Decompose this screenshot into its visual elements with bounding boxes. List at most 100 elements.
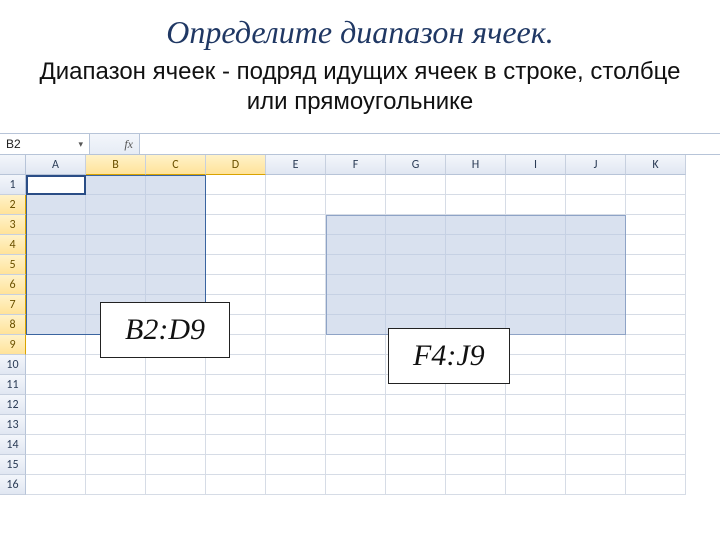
cell[interactable] xyxy=(446,415,506,435)
cell[interactable] xyxy=(446,435,506,455)
cell[interactable] xyxy=(146,455,206,475)
cell[interactable] xyxy=(146,375,206,395)
row-header[interactable]: 15 xyxy=(0,455,26,475)
cell[interactable] xyxy=(626,175,686,195)
cell[interactable] xyxy=(26,175,86,195)
cell[interactable] xyxy=(446,255,506,275)
cell[interactable] xyxy=(86,275,146,295)
cell[interactable] xyxy=(626,255,686,275)
cell[interactable] xyxy=(566,435,626,455)
cell[interactable] xyxy=(206,255,266,275)
cell[interactable] xyxy=(266,275,326,295)
cell[interactable] xyxy=(26,335,86,355)
column-header[interactable]: K xyxy=(626,155,686,175)
cell[interactable] xyxy=(206,375,266,395)
cell[interactable] xyxy=(326,475,386,495)
cell[interactable] xyxy=(626,215,686,235)
cell[interactable] xyxy=(326,275,386,295)
cell[interactable] xyxy=(206,275,266,295)
cell[interactable] xyxy=(326,315,386,335)
cell[interactable] xyxy=(326,335,386,355)
cell[interactable] xyxy=(206,475,266,495)
row-header[interactable]: 16 xyxy=(0,475,26,495)
row-header[interactable]: 12 xyxy=(0,395,26,415)
cell[interactable] xyxy=(386,175,446,195)
cell[interactable] xyxy=(326,435,386,455)
cell[interactable] xyxy=(446,175,506,195)
row-header[interactable]: 7 xyxy=(0,295,26,315)
cell[interactable] xyxy=(446,275,506,295)
cell[interactable] xyxy=(566,295,626,315)
cell[interactable] xyxy=(386,455,446,475)
cell[interactable] xyxy=(326,195,386,215)
column-header[interactable]: F xyxy=(326,155,386,175)
column-header[interactable]: C xyxy=(146,155,206,175)
column-header[interactable]: D xyxy=(206,155,266,175)
cell[interactable] xyxy=(446,295,506,315)
cell[interactable] xyxy=(146,395,206,415)
column-header[interactable]: H xyxy=(446,155,506,175)
cell[interactable] xyxy=(386,295,446,315)
cell[interactable] xyxy=(506,455,566,475)
cell[interactable] xyxy=(386,435,446,455)
cell[interactable] xyxy=(26,355,86,375)
cell[interactable] xyxy=(506,195,566,215)
cell[interactable] xyxy=(26,235,86,255)
cell[interactable] xyxy=(506,475,566,495)
cell[interactable] xyxy=(146,435,206,455)
row-header[interactable]: 6 xyxy=(0,275,26,295)
column-header[interactable]: I xyxy=(506,155,566,175)
cell[interactable] xyxy=(86,475,146,495)
cell[interactable] xyxy=(266,315,326,335)
cell[interactable] xyxy=(326,235,386,255)
cell[interactable] xyxy=(266,175,326,195)
cell[interactable] xyxy=(506,335,566,355)
cell[interactable] xyxy=(86,355,146,375)
select-all-corner[interactable] xyxy=(0,155,26,175)
row-header[interactable]: 4 xyxy=(0,235,26,255)
cell[interactable] xyxy=(626,275,686,295)
cell[interactable] xyxy=(446,215,506,235)
cell[interactable] xyxy=(266,475,326,495)
cell[interactable] xyxy=(626,235,686,255)
cell[interactable] xyxy=(26,315,86,335)
cell[interactable] xyxy=(146,275,206,295)
cell[interactable] xyxy=(506,375,566,395)
cell[interactable] xyxy=(506,415,566,435)
cell[interactable] xyxy=(146,215,206,235)
cell[interactable] xyxy=(566,335,626,355)
cell[interactable] xyxy=(266,195,326,215)
cell[interactable] xyxy=(566,215,626,235)
cell[interactable] xyxy=(326,375,386,395)
cell[interactable] xyxy=(506,315,566,335)
cell[interactable] xyxy=(566,195,626,215)
cell[interactable] xyxy=(206,415,266,435)
cell[interactable] xyxy=(566,475,626,495)
cell[interactable] xyxy=(386,415,446,435)
column-header[interactable]: E xyxy=(266,155,326,175)
cell[interactable] xyxy=(266,255,326,275)
cell[interactable] xyxy=(626,355,686,375)
cell[interactable] xyxy=(626,195,686,215)
cell[interactable] xyxy=(26,375,86,395)
cell[interactable] xyxy=(326,295,386,315)
cell[interactable] xyxy=(446,455,506,475)
cell[interactable] xyxy=(26,275,86,295)
cell[interactable] xyxy=(266,355,326,375)
cell[interactable] xyxy=(566,375,626,395)
cell[interactable] xyxy=(26,255,86,275)
formula-input[interactable] xyxy=(140,134,720,154)
cell[interactable] xyxy=(566,275,626,295)
fx-icon[interactable]: fx xyxy=(124,137,139,152)
cell[interactable] xyxy=(506,435,566,455)
cell[interactable] xyxy=(566,455,626,475)
row-header[interactable]: 8 xyxy=(0,315,26,335)
cell[interactable] xyxy=(26,475,86,495)
cell[interactable] xyxy=(566,355,626,375)
row-header[interactable]: 2 xyxy=(0,195,26,215)
cell[interactable] xyxy=(86,435,146,455)
column-header[interactable]: J xyxy=(566,155,626,175)
cell[interactable] xyxy=(26,395,86,415)
cell[interactable] xyxy=(146,235,206,255)
cell[interactable] xyxy=(266,395,326,415)
